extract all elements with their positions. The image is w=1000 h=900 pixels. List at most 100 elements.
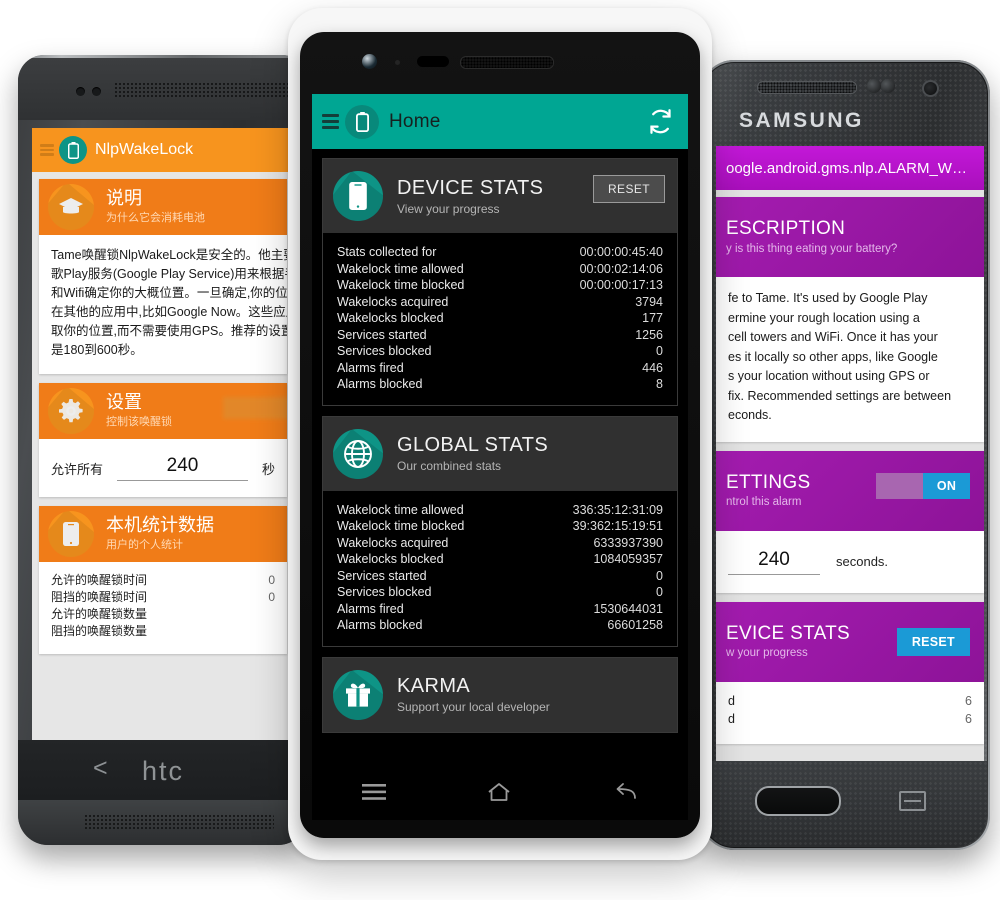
htc-card-header[interactable]: 说明 为什么它会消耗电池 <box>39 179 287 235</box>
stat-row: d 6 <box>728 692 972 710</box>
nexus-nav-bar <box>312 764 688 820</box>
stat-value: 0 <box>656 344 663 358</box>
samsung-card-header[interactable]: EVICE STATS w your progress RESET <box>716 601 984 682</box>
htc-stats-rows: 允许的唤醒锁时间 0 阻挡的唤醒锁时间 0 允许的唤醒锁数量 阻挡的唤醒锁数量 <box>39 562 287 654</box>
nexus-card-subtitle: View your progress <box>397 201 500 216</box>
samsung-card-title: ETTINGS <box>726 471 811 493</box>
htc-app-bar: NlpWakeLock <box>32 128 294 172</box>
samsung-alarm-toggle[interactable]: ON <box>876 472 970 499</box>
nexus-card-header[interactable]: KARMA Support your local developer <box>323 657 677 732</box>
stat-value: 1530644031 <box>593 601 663 616</box>
htc-app-title: NlpWakeLock <box>95 141 194 158</box>
htc-screen: NlpWakeLock 说明 为什么它会消耗电池 Tame唤醒锁NlpWakeL… <box>32 128 294 740</box>
htc-earpiece-grille <box>114 82 290 99</box>
samsung-card-subtitle: y is this thing eating your battery? <box>726 242 898 255</box>
toggle-track <box>876 472 923 499</box>
stat-row: 阻挡的唤醒锁时间 0 <box>51 589 275 606</box>
refresh-icon[interactable] <box>647 108 674 135</box>
stat-value: 6 <box>965 711 972 726</box>
stat-value: 66601258 <box>607 618 663 632</box>
stat-label: Services blocked <box>337 585 432 599</box>
stat-row: d 6 <box>728 710 972 728</box>
nexus-app-bar: Home <box>312 94 688 149</box>
htc-card-description: 说明 为什么它会消耗电池 Tame唤醒锁NlpWakeLock是安全的。他主要被… <box>39 179 287 374</box>
gift-icon <box>333 669 383 720</box>
samsung-home-button[interactable] <box>755 786 841 816</box>
hamburger-icon[interactable] <box>40 144 54 156</box>
stat-value: 1256 <box>635 327 663 342</box>
samsung-recents-icon[interactable] <box>899 791 926 811</box>
samsung-card-header[interactable]: ESCRIPTION y is this thing eating your b… <box>716 197 984 277</box>
htc-chin <box>18 800 308 845</box>
stat-value: 177 <box>642 311 663 325</box>
paragraph-line: 在其他的应用中,比如Google Now。这些应用可以获 <box>51 305 287 319</box>
paragraph-line: fix. Recommended settings are between <box>728 388 952 403</box>
stat-label: d <box>728 693 735 708</box>
htc-seconds-input[interactable]: 240 <box>117 455 248 481</box>
phone-icon <box>333 171 383 221</box>
menu-icon[interactable] <box>362 783 386 801</box>
nexus-card-header[interactable]: GLOBAL STATS Our combined stats <box>323 416 677 491</box>
samsung-brand-logo: SAMSUNG <box>739 109 864 132</box>
htc-brand-logo: htc <box>141 756 185 786</box>
battery-icon <box>59 136 87 164</box>
phone-icon <box>48 511 94 557</box>
htc-card-subtitle: 为什么它会消耗电池 <box>106 212 205 225</box>
samsung-description-text: fe to Tame. It's used by Google Play erm… <box>716 277 984 442</box>
htc-card-device-stats: 本机统计数据 用户的个人统计 允许的唤醒锁时间 0 阻挡的唤醒锁时间 0 允许的… <box>39 506 287 654</box>
stat-row: Alarms fired 446 <box>337 360 663 377</box>
stat-label: Alarms fired <box>337 360 404 375</box>
paragraph-line: econds. <box>728 408 772 422</box>
nexus-device-stats-rows: Stats collected for 00:00:00:45:40 Wakelo… <box>323 233 677 405</box>
samsung-seconds-input[interactable]: 240 <box>728 549 820 575</box>
stat-row: Wakelock time allowed 00:00:02:14:06 <box>337 261 663 278</box>
nexus-card-karma: KARMA Support your local developer <box>322 656 678 733</box>
paragraph-line: fe to Tame. It's used by Google Play <box>728 291 928 305</box>
paragraph-line: Tame唤醒锁NlpWakeLock是安全的。他主要被谷 <box>51 248 287 262</box>
htc-card-header[interactable]: 本机统计数据 用户的个人统计 <box>39 506 287 562</box>
nexus-sensor-dot <box>395 60 400 65</box>
stat-value: 0 <box>656 568 663 583</box>
center-phone-nexus: Home DEVICE STATS View your progress RES… <box>288 8 712 860</box>
nexus-card-header[interactable]: DEVICE STATS View your progress RESET <box>323 159 677 233</box>
stat-row: Wakelock time blocked 39:362:15:19:51 <box>337 518 663 535</box>
nexus-card-subtitle: Support your local developer <box>397 700 550 714</box>
hamburger-icon[interactable] <box>322 114 339 129</box>
nexus-card-subtitle: Our combined stats <box>397 459 502 473</box>
stat-value: 3794 <box>635 294 663 309</box>
samsung-bottom-bezel <box>703 761 987 847</box>
stat-row: 阻挡的唤醒锁数量 <box>51 623 275 640</box>
stat-label: Alarms blocked <box>337 377 423 391</box>
samsung-card-header[interactable]: ETTINGS ntrol this alarm ON <box>716 450 984 531</box>
nexus-card-title: DEVICE STATS <box>397 176 544 199</box>
nexus-card-title: KARMA <box>397 675 471 697</box>
stat-value: 1084059357 <box>593 552 663 566</box>
nexus-card-device-stats: DEVICE STATS View your progress RESET St… <box>322 158 678 406</box>
stat-row: 允许的唤醒锁数量 <box>51 606 275 623</box>
samsung-sensor-a <box>867 79 881 93</box>
stat-value: 8 <box>656 377 663 391</box>
htc-card-header[interactable]: 设置 控制该唤醒锁 <box>39 383 287 439</box>
stat-label: Wakelocks acquired <box>337 294 449 309</box>
home-icon[interactable] <box>486 781 512 803</box>
nexus-reset-button[interactable]: RESET <box>592 175 665 203</box>
htc-settings-toggle[interactable] <box>223 397 287 419</box>
nexus-card-title: GLOBAL STATS <box>397 434 549 456</box>
back-icon[interactable] <box>612 782 638 802</box>
stat-label: 阻挡的唤醒锁数量 <box>51 624 148 638</box>
stat-row: Wakelock time blocked 00:00:00:17:13 <box>337 277 663 294</box>
samsung-earpiece-grille <box>757 81 857 94</box>
paragraph-line: ermine your rough location using a <box>728 310 920 325</box>
htc-sensor-left <box>76 87 85 96</box>
toggle-on-label: ON <box>923 472 970 499</box>
htc-app-body: 说明 为什么它会消耗电池 Tame唤醒锁NlpWakeLock是安全的。他主要被… <box>32 172 294 740</box>
stat-value: 00:00:02:14:06 <box>579 261 663 276</box>
paragraph-line: 和Wifi确定你的大概位置。一旦确定,你的位置就保存 <box>51 286 287 300</box>
stat-value: 00:00:00:45:40 <box>579 245 663 259</box>
stat-label: 允许的唤醒锁时间 <box>51 573 148 587</box>
stat-label: Wakelocks blocked <box>337 311 444 325</box>
stat-value: 0 <box>656 585 663 599</box>
samsung-reset-button[interactable]: RESET <box>896 627 970 656</box>
samsung-card-settings: ETTINGS ntrol this alarm ON 240 seconds. <box>716 450 984 593</box>
htc-card-subtitle: 用户的个人统计 <box>106 539 183 552</box>
